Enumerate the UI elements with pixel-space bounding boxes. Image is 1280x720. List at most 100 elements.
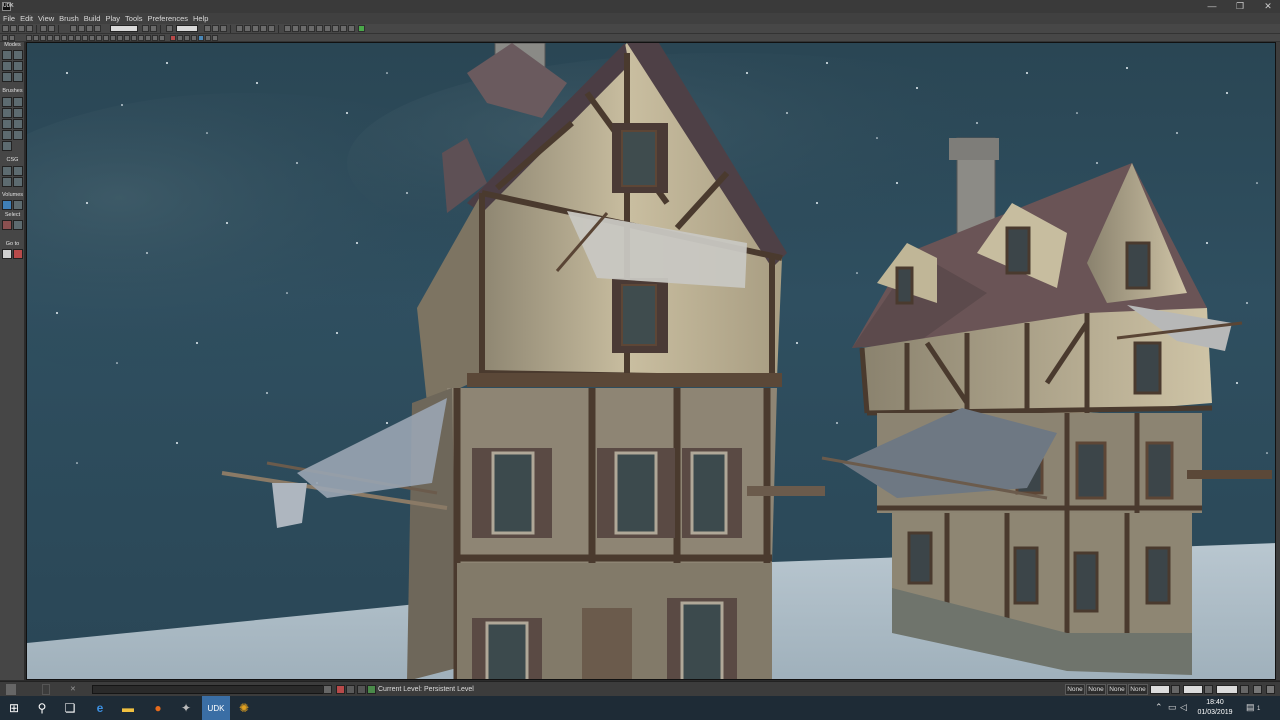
scale-grid-toggle-icon[interactable] [1240,685,1249,694]
error-icon[interactable] [336,685,345,694]
menu-build[interactable]: Build [84,13,101,24]
volumetric-brush-icon[interactable] [2,141,12,151]
terrain-mode-icon[interactable] [2,61,12,71]
menu-play[interactable]: Play [105,13,120,24]
goto-actor-icon[interactable] [2,249,12,259]
build-geometry-icon[interactable] [236,25,243,32]
sound-icon[interactable] [332,25,339,32]
matinee-icon[interactable] [324,25,331,32]
close-button[interactable]: ✕ [1254,0,1280,13]
bsp-icon[interactable] [191,35,197,41]
command-dropdown-icon[interactable] [323,685,332,694]
save-all-icon[interactable] [26,25,33,32]
new-icon[interactable] [2,25,9,32]
navigation-icon[interactable] [205,35,211,41]
volume-icon[interactable]: ◁ [1180,702,1187,713]
unlit-icon[interactable] [40,35,46,41]
drag-grid-icon[interactable] [166,25,173,32]
light-complexity-icon[interactable] [54,35,60,41]
spiral-stair-brush-icon[interactable] [13,119,23,129]
rotation-grid-icon[interactable] [204,25,211,32]
build-paths-icon[interactable] [252,25,259,32]
current-level-icon[interactable] [367,685,376,694]
cylinder-brush-icon[interactable] [2,108,12,118]
network-icon[interactable]: ▭ [1168,702,1177,713]
add-volume-icon[interactable] [2,200,12,210]
kismet-icon[interactable] [150,25,157,32]
realtime-icon[interactable] [68,35,74,41]
wireframe-icon[interactable] [33,35,39,41]
play-on-pc-icon[interactable] [292,25,299,32]
star-icon[interactable] [220,25,227,32]
perspective-viewport[interactable] [26,42,1276,680]
paste-icon[interactable] [86,25,93,32]
decals-icon[interactable] [159,35,165,41]
vertex-snap-box[interactable]: None [1128,684,1148,695]
app-satellite-icon[interactable]: ✦ [172,696,200,720]
maximize-viewport-icon[interactable] [1253,685,1262,694]
file-explorer-icon[interactable]: ▬ [114,696,142,720]
scale-snap-box[interactable]: None [1107,684,1127,695]
linear-stair-brush-icon[interactable] [2,119,12,129]
pause-icon[interactable] [346,685,355,694]
play-on-console-icon[interactable] [300,25,307,32]
build-lighting-icon[interactable] [244,25,251,32]
texture-density-icon[interactable] [61,35,67,41]
drag-grid-field[interactable] [1150,685,1170,694]
camera-icon[interactable] [177,35,183,41]
geometry-mode-icon[interactable] [13,50,23,60]
sun-icon[interactable] [117,35,123,41]
postprocess-icon[interactable] [131,35,137,41]
close-small-icon[interactable]: ✕ [70,684,76,695]
static-mesh-mode-icon[interactable] [13,72,23,82]
rotation-snap-box[interactable]: None [1086,684,1106,695]
play-in-editor-icon[interactable] [284,25,291,32]
level-lock-icon[interactable] [110,35,116,41]
mesh-paint-mode-icon[interactable] [2,72,12,82]
show-selected-icon[interactable] [2,220,12,230]
lit-mode-icon[interactable] [26,35,32,41]
goto-builder-brush-icon[interactable] [13,249,23,259]
restore-button[interactable]: ❐ [1226,0,1254,13]
console-target-icon[interactable] [308,25,315,32]
viewport-layout-icon[interactable] [1266,685,1275,694]
menu-brush[interactable]: Brush [59,13,79,24]
save-icon[interactable] [18,25,25,32]
scale-grid-field[interactable] [1216,685,1238,694]
menu-preferences[interactable]: Preferences [148,13,188,24]
show-flags-icon[interactable] [96,35,102,41]
restore-small-icon[interactable] [42,684,50,695]
lock-viewport-icon[interactable] [89,35,95,41]
build-all-icon[interactable] [268,25,275,32]
volumes-icon[interactable] [198,35,204,41]
edge-browser-icon[interactable]: e [86,696,114,720]
menu-view[interactable]: View [38,13,54,24]
menu-file[interactable]: File [3,13,15,24]
system-clock[interactable]: 18:40 01/03/2019 [1192,698,1238,718]
content-browser-icon[interactable] [142,25,149,32]
cube-brush-icon[interactable] [2,97,12,107]
play-icon[interactable] [358,25,365,32]
csg-intersect-icon[interactable] [2,177,12,187]
menu-help[interactable]: Help [193,13,208,24]
game-view-icon[interactable] [75,35,81,41]
terrain-icon[interactable] [152,35,158,41]
sheet-brush-icon[interactable] [2,130,12,140]
cook-icon[interactable] [316,25,323,32]
camera-speed-icon[interactable] [82,35,88,41]
actor-classes-icon[interactable] [340,25,347,32]
notification-icon[interactable]: ▤ [1246,702,1255,713]
search-icon[interactable]: ⚲ [28,696,56,720]
texture-mode-icon[interactable] [13,61,23,71]
lighting-only-icon[interactable] [47,35,53,41]
tray-chevron-icon[interactable]: ⌃ [1155,702,1163,713]
viewport-type-icon[interactable] [2,35,8,41]
menu-edit[interactable]: Edit [20,13,33,24]
bounds-icon[interactable] [212,35,218,41]
sphere-brush-icon[interactable] [13,130,23,140]
distortion-icon[interactable] [138,35,144,41]
hide-selected-icon[interactable] [13,220,23,230]
csg-add-icon[interactable] [2,166,12,176]
undo-icon[interactable] [40,25,47,32]
record-icon[interactable] [170,35,176,41]
